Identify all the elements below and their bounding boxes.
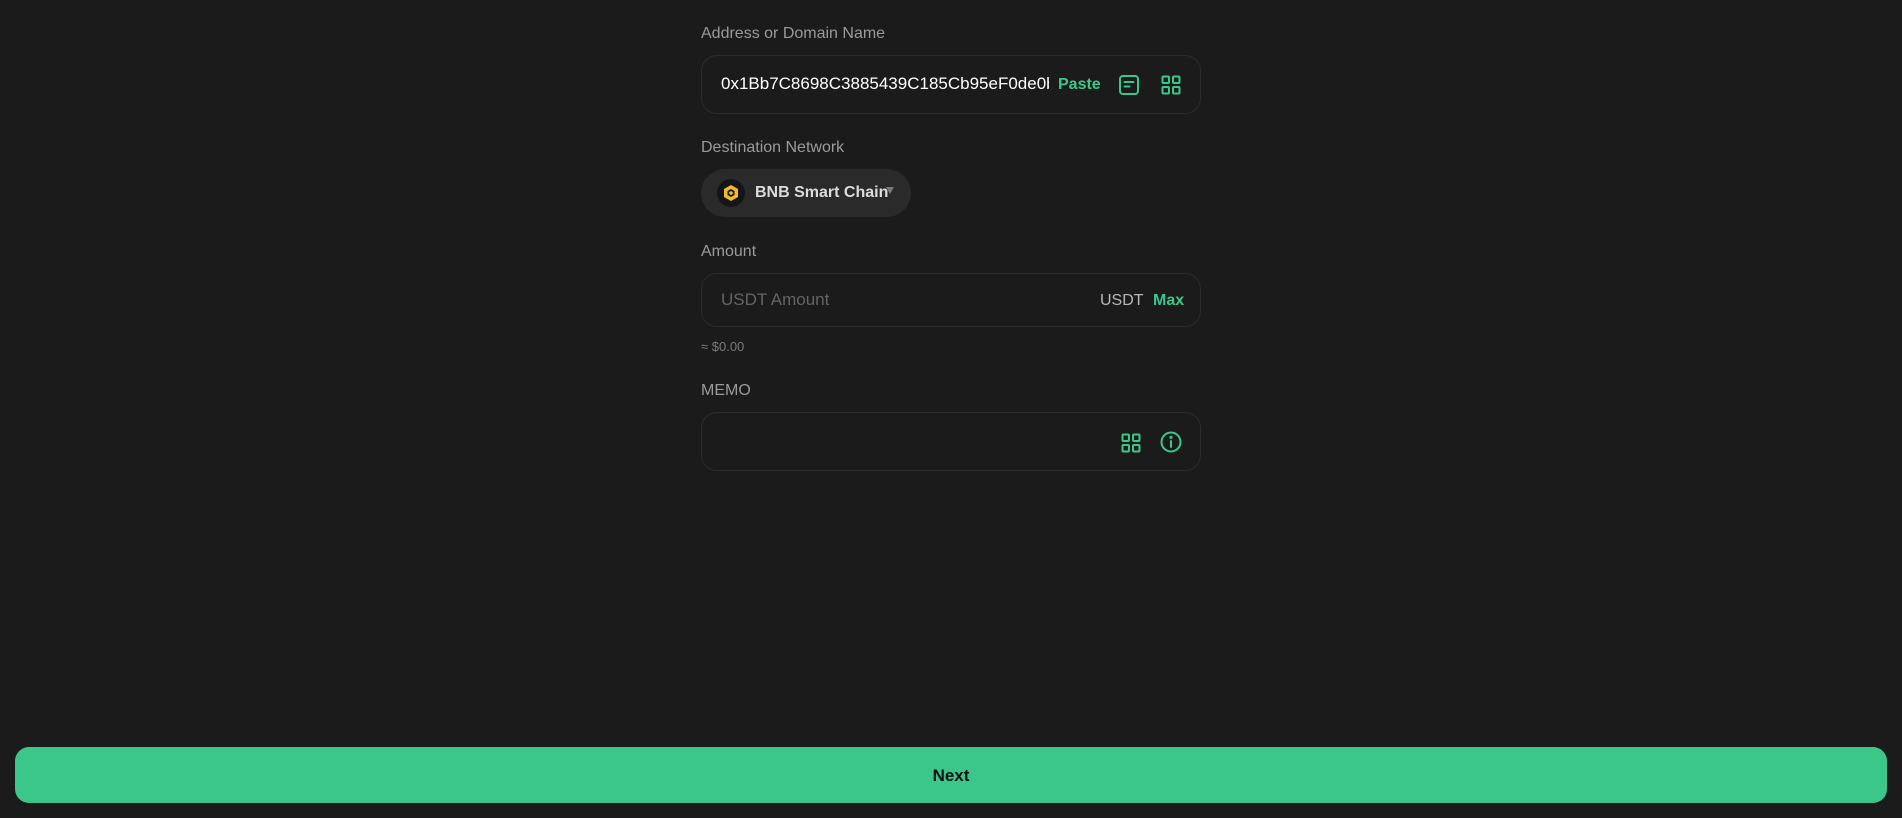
paste-button[interactable]: Paste — [1058, 75, 1101, 95]
amount-field[interactable]: USDT Max — [701, 273, 1201, 327]
scan-icon[interactable] — [1159, 73, 1183, 97]
send-page: Address or Domain Name 0x1Bb7C8698C38854… — [0, 0, 1902, 818]
amount-input[interactable] — [721, 289, 1021, 311]
scan-icon[interactable] — [1119, 431, 1143, 455]
memo-field[interactable] — [701, 412, 1201, 471]
network-name: BNB Smart Chain — [755, 184, 889, 201]
network-label: Destination Network — [701, 139, 845, 156]
chevron-down-icon — [886, 187, 894, 194]
network-selector[interactable]: BNB Smart Chain — [701, 169, 911, 217]
address-input[interactable]: 0x1Bb7C8698C3885439C185Cb95eF0de0b3c — [721, 74, 1049, 94]
bnb-logo-icon — [717, 179, 745, 207]
address-label: Address or Domain Name — [701, 25, 886, 42]
address-field[interactable]: 0x1Bb7C8698C3885439C185Cb95eF0de0b3c Pas… — [701, 55, 1201, 114]
amount-label: Amount — [701, 243, 757, 260]
fiat-approx-value: ≈ $0.00 — [701, 339, 745, 354]
max-button[interactable]: Max — [1153, 291, 1184, 311]
amount-unit: USDT — [1100, 292, 1144, 309]
next-button[interactable]: Next — [15, 747, 1887, 803]
info-icon[interactable] — [1159, 430, 1183, 454]
clipboard-icon[interactable] — [1117, 73, 1141, 97]
memo-label: MEMO — [701, 382, 751, 399]
